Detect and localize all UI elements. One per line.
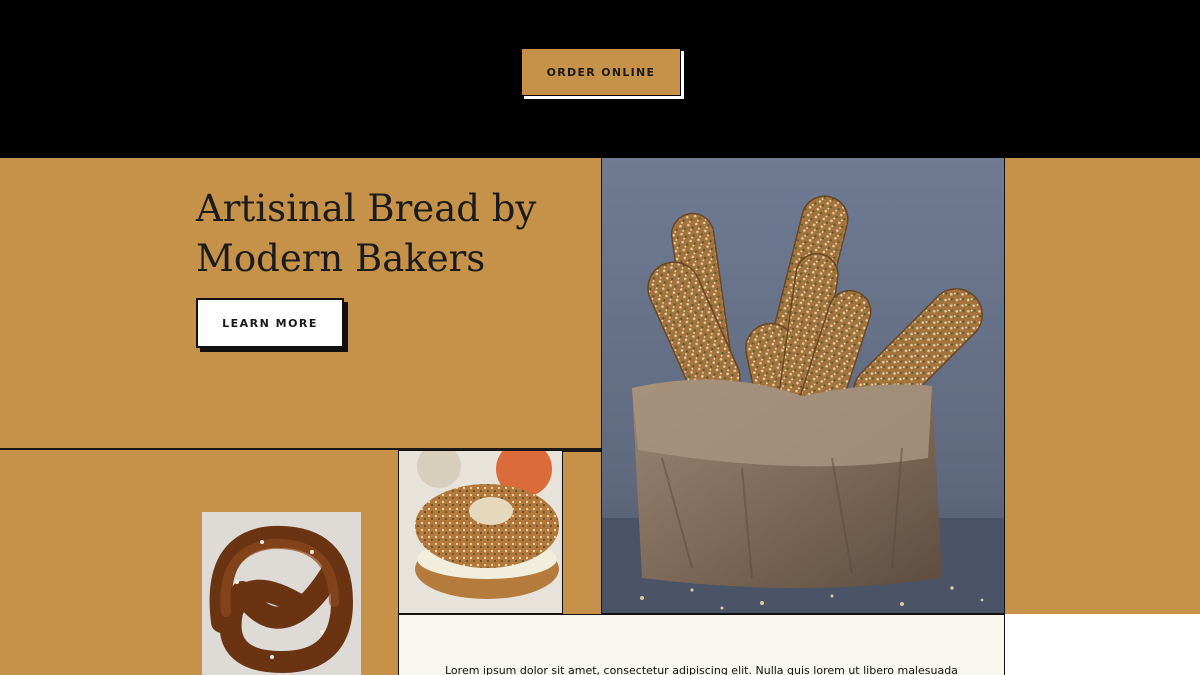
pretzel-photo — [202, 512, 361, 675]
intro-text-panel: Lorem ipsum dolor sit amet, consectetur … — [398, 614, 1005, 675]
hero-title: Artisinal Bread by Modern Bakers — [196, 187, 537, 280]
learn-more-button[interactable]: LEARN MORE — [196, 298, 344, 348]
intro-paragraph: Lorem ipsum dolor sit amet, consectetur … — [445, 664, 958, 675]
bagel-side-strip — [563, 450, 601, 614]
bagel-photo — [398, 450, 563, 614]
order-online-button[interactable]: ORDER ONLINE — [521, 48, 681, 96]
breadsticks-bag-photo — [601, 158, 1005, 614]
right-accent-panel — [1005, 158, 1200, 614]
